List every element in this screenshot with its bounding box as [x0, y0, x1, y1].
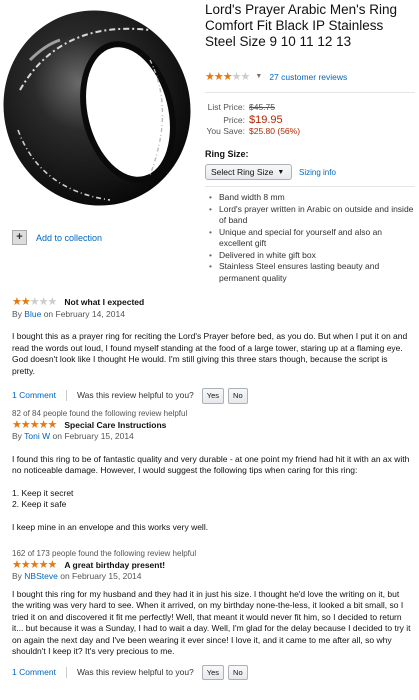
review-header: ★★★★★ A great birthday present!: [12, 558, 412, 572]
review-stars: ★★★★★: [12, 558, 58, 572]
review-paragraph: I keep mine in an envelope and this work…: [12, 521, 209, 532]
review-header: ★★★★★ Special Care Instructions: [12, 418, 412, 432]
review-byline: By Blue on February 14, 2014: [12, 309, 412, 321]
product-title: Lord's Prayer Arabic Men's Ring Comfort …: [205, 2, 397, 49]
review-paragraph: I bought this ring for my husband and th…: [12, 588, 411, 657]
chevron-down-icon[interactable]: ▼: [255, 73, 262, 80]
star-icon: ★: [38, 418, 49, 431]
review-title[interactable]: A great birthday present!: [64, 560, 165, 572]
star-icon: ★: [213, 71, 224, 83]
review-author[interactable]: NBSteve: [24, 571, 58, 581]
ring-size-select[interactable]: Select Ring Size ▼: [205, 164, 292, 180]
black-ring-image: [3, 10, 191, 206]
star-icon: ★: [240, 71, 251, 83]
no-button[interactable]: No: [228, 664, 248, 680]
feature-item: Lord's prayer written in Arabic on outsi…: [205, 204, 415, 227]
helpful-count: 82 of 84 people found the following revi…: [12, 409, 188, 418]
review-date: on February 14, 2014: [43, 308, 125, 319]
review-stars: ★★★★★: [12, 296, 58, 309]
you-save-label: You Save:: [206, 126, 245, 136]
feature-item: Stainless Steel ensures lasting beauty a…: [205, 261, 415, 284]
helpful-question: Was this review helpful to you?: [76, 390, 194, 400]
list-price-label: List Price:: [207, 102, 245, 112]
no-button[interactable]: No: [228, 388, 248, 404]
customer-reviews-link[interactable]: 27 customer reviews: [269, 72, 347, 82]
rating-row: ★★★★★ ▼ 27 customer reviews: [205, 70, 347, 83]
star-icon: ★: [205, 71, 215, 83]
review-author[interactable]: Toni W: [24, 431, 50, 441]
review-date: on February 15, 2014: [60, 571, 142, 581]
review-title[interactable]: Special Care Instructions: [64, 420, 166, 432]
add-to-collection-label: Add to collection: [36, 232, 103, 243]
review-stars: ★★★★★: [12, 418, 58, 432]
review: ★★★★★ Not what I expected By Blue on Feb…: [12, 296, 412, 404]
helpful-question: Was this review helpful to you?: [76, 666, 194, 677]
star-icon: ★: [29, 558, 40, 571]
product-image[interactable]: [0, 0, 200, 210]
price-block: List Price: $45.75 Price: $19.95 You Save:…: [205, 102, 301, 138]
star-icon: ★: [20, 558, 31, 571]
star-icon: ★: [47, 296, 58, 308]
comment-link[interactable]: 1 Comment: [12, 390, 56, 402]
review-author[interactable]: Blue: [24, 309, 41, 319]
price-label: Price:: [223, 115, 245, 125]
star-icon: ★: [29, 296, 40, 308]
list-price: $45.75: [249, 102, 275, 112]
by-label: By: [12, 571, 22, 581]
review-paragraph: I bought this as a prayer ring for recit…: [12, 331, 408, 376]
star-icon: ★: [47, 558, 58, 571]
sizing-info-link[interactable]: Sizing info: [299, 168, 336, 177]
price: $19.95: [249, 114, 283, 126]
add-to-collection-link[interactable]: + Add to collection: [12, 230, 102, 245]
by-label: By: [12, 308, 22, 319]
star-icon: ★: [20, 296, 31, 308]
yes-button[interactable]: Yes: [201, 388, 225, 404]
feature-item: Band width 8 mm: [205, 192, 415, 204]
star-icon: ★: [12, 418, 22, 431]
by-label: By: [12, 431, 22, 441]
chevron-down-icon: ▼: [277, 168, 285, 176]
review-date: on February 15, 2014: [52, 431, 134, 441]
feature-item: Unique and special for yourself and also…: [205, 227, 415, 250]
review-paragraph: 1. Keep it secret: [12, 487, 74, 498]
review-byline: By NBSteve on February 15, 2014: [12, 571, 412, 583]
you-save-value: $25.80 (56%): [249, 126, 301, 136]
review: 82 of 84 people found the following revi…: [12, 408, 412, 533]
divider: [65, 390, 67, 402]
yes-button[interactable]: Yes: [201, 664, 225, 680]
review-body: I found this ring to be of fantastic qua…: [12, 454, 412, 534]
plus-icon: +: [12, 230, 27, 245]
rating-stars[interactable]: ★★★★★: [205, 70, 251, 83]
divider: [205, 92, 415, 93]
review-paragraph: 2. Keep it safe: [12, 499, 67, 509]
divider: [65, 666, 67, 678]
review: 162 of 173 people found the following re…: [12, 548, 412, 680]
feature-list: Band width 8 mm Lord's prayer written in…: [205, 192, 415, 284]
helpful-count: 162 of 173 people found the following re…: [12, 549, 197, 558]
review-byline: By Toni W on February 15, 2014: [12, 431, 412, 443]
star-icon: ★: [222, 71, 233, 83]
star-icon: ★: [38, 296, 49, 308]
star-icon: ★: [12, 558, 22, 571]
feature-item: Delivered in white gift box: [205, 250, 415, 262]
review-paragraph: I found this ring to be of fantastic qua…: [12, 453, 410, 476]
review-body: I bought this ring for my husband and th…: [12, 589, 412, 658]
ring-size-select-value: Select Ring Size: [211, 167, 274, 177]
comment-link[interactable]: 1 Comment: [12, 667, 56, 679]
review-body: I bought this as a prayer ring for recit…: [12, 331, 412, 377]
review-footer: 1 Comment Was this review helpful to you…: [12, 664, 412, 680]
review-footer: 1 Comment Was this review helpful to you…: [12, 388, 412, 404]
star-icon: ★: [47, 418, 58, 431]
star-icon: ★: [12, 296, 22, 308]
review-title[interactable]: Not what I expected: [64, 297, 144, 309]
star-icon: ★: [29, 418, 40, 431]
review-header: ★★★★★ Not what I expected: [12, 296, 412, 309]
star-icon: ★: [231, 71, 242, 83]
ring-size-label: Ring Size:: [205, 149, 249, 159]
star-icon: ★: [20, 418, 31, 431]
star-icon: ★: [38, 558, 49, 571]
divider: [205, 186, 415, 187]
